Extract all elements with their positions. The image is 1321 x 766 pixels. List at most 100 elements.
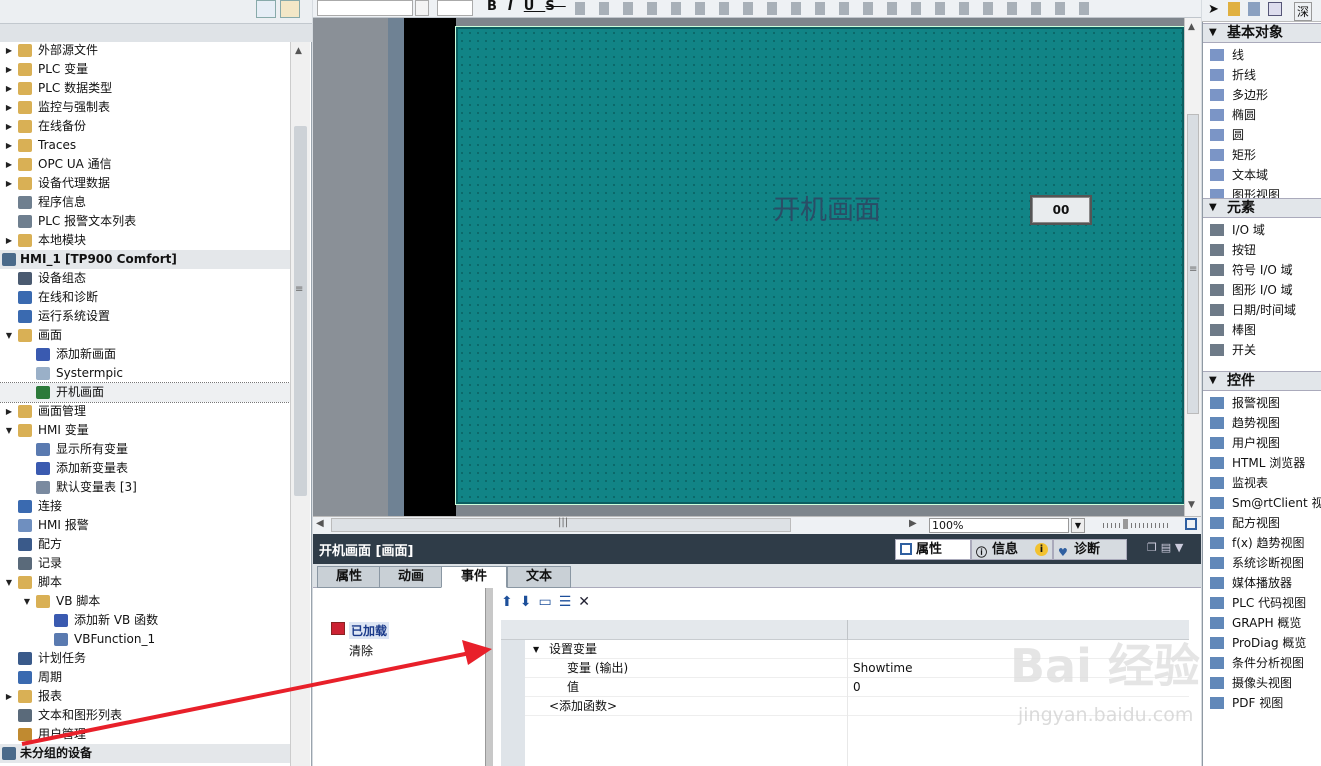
tree-item[interactable]: 记录 [0, 554, 290, 573]
collapsed-arrow-icon[interactable]: ▶ [4, 117, 14, 136]
tree-item[interactable]: ▶ 外部源文件 [0, 41, 290, 60]
tree-item[interactable]: 连接 [0, 497, 290, 516]
toolbox-item[interactable]: 符号 I/O 域 [1208, 260, 1321, 280]
toolbox-item[interactable]: 折线 [1208, 65, 1321, 85]
tree-item[interactable]: ▶ 在线备份 [0, 117, 290, 136]
io-field[interactable]: 00 [1030, 195, 1092, 225]
screen-title-text[interactable]: 开机画面 [773, 188, 881, 227]
expanded-arrow-icon[interactable]: ▼ [4, 421, 14, 440]
param-value[interactable]: Showtime [853, 659, 913, 678]
expanded-arrow-icon[interactable]: ▼ [22, 592, 32, 611]
toolbox-section-header[interactable]: ▼ 元素 [1203, 198, 1321, 218]
underline-button[interactable]: U [524, 0, 546, 14]
collapse-icon[interactable]: ▼ [1209, 24, 1217, 42]
tab-properties[interactable]: 属性 [895, 539, 971, 560]
size-combo[interactable] [437, 0, 473, 16]
toolbox-item[interactable]: 系统诊断视图 [1208, 553, 1321, 573]
toolbox-item[interactable]: Sm@rtClient 视图 [1208, 493, 1321, 513]
editor-vertical-scrollbar[interactable]: ▲ ≡ ▼ [1184, 18, 1201, 516]
toolbox-item[interactable]: GRAPH 概览 [1208, 613, 1321, 633]
collapsed-arrow-icon[interactable]: ▶ [4, 155, 14, 174]
toolbox-item[interactable]: 条件分析视图 [1208, 653, 1321, 673]
tree-item[interactable]: 运行系统设置 [0, 307, 290, 326]
toolbox-item[interactable]: I/O 域 [1208, 220, 1321, 240]
toolbar-icon-strip[interactable] [575, 2, 1095, 15]
scroll-down-icon[interactable]: ▼ [1188, 500, 1195, 510]
list-icon[interactable]: ☰ [559, 594, 579, 610]
toolbox-item[interactable]: 多边形 [1208, 85, 1321, 105]
tree-item[interactable]: 添加新画面 [0, 345, 290, 364]
tree-item[interactable]: 周期 [0, 668, 290, 687]
toolbox-item[interactable]: PDF 视图 [1208, 693, 1321, 713]
collapsed-arrow-icon[interactable]: ▶ [4, 79, 14, 98]
function-toolbar[interactable]: ⬆⬇▭☰✕ [501, 594, 597, 610]
scroll-left-icon[interactable]: ◀ [316, 518, 324, 529]
object-icon-2[interactable] [1248, 2, 1260, 16]
pointer-icon[interactable]: ➤ [1208, 2, 1219, 17]
object-icon-3[interactable] [1268, 2, 1282, 16]
zoom-combo[interactable]: 100% [929, 518, 1069, 533]
tree-item[interactable]: 文本和图形列表 [0, 706, 290, 725]
toolbox-item[interactable]: f(x) 趋势视图 [1208, 533, 1321, 553]
tree-item[interactable]: HMI 报警 [0, 516, 290, 535]
toolbox-item[interactable]: 摄像头视图 [1208, 673, 1321, 693]
toolbox-item[interactable]: 按钮 [1208, 240, 1321, 260]
scroll-right-icon[interactable]: ▶ [909, 518, 917, 529]
toolbox-item[interactable]: 配方视图 [1208, 513, 1321, 533]
group-icon[interactable]: ▭ [538, 594, 558, 610]
tab-info[interactable]: ⓘ 信息 i [971, 539, 1053, 560]
tab-texts[interactable]: 文本 [507, 566, 571, 588]
toolbox-item[interactable]: 用户视图 [1208, 433, 1321, 453]
toolbox-item[interactable]: 线 [1208, 45, 1321, 65]
zoom-dropdown-icon[interactable]: ▼ [1071, 518, 1085, 533]
collapse-icon[interactable]: ▼ [533, 640, 539, 659]
tab-events[interactable]: 事件 [441, 566, 507, 588]
tree-item[interactable]: VBFunction_1 [0, 630, 290, 649]
font-combo[interactable] [317, 0, 413, 16]
toolbox-item[interactable]: 圆 [1208, 125, 1321, 145]
toolbox-item[interactable]: 棒图 [1208, 320, 1321, 340]
param-value[interactable]: 0 [853, 678, 861, 697]
toolbox-item[interactable]: 报警视图 [1208, 393, 1321, 413]
strike-button[interactable]: S [545, 0, 565, 14]
tree-add-button[interactable] [280, 0, 300, 18]
tab-animation[interactable]: 动画 [379, 566, 443, 588]
collapse-icon[interactable]: ▼ [1209, 372, 1217, 390]
toolbox-item[interactable]: PLC 代码视图 [1208, 593, 1321, 613]
tree-item[interactable]: ▶ 画面管理 [0, 402, 290, 421]
tree-item[interactable]: 添加新 VB 函数 [0, 611, 290, 630]
hmi-screen-canvas[interactable] [455, 26, 1185, 505]
tree-item[interactable]: ▶ OPC UA 通信 [0, 155, 290, 174]
tree-item[interactable]: 配方 [0, 535, 290, 554]
scroll-up-icon[interactable]: ▲ [295, 46, 302, 56]
tree-item[interactable]: 程序信息 [0, 193, 290, 212]
toolbox-item[interactable]: 监视表 [1208, 473, 1321, 493]
toolbox-item[interactable]: 矩形 [1208, 145, 1321, 165]
panel-window-icons[interactable]: ❐ ▤ ▼ [1147, 541, 1183, 554]
tree-scroll-thumb[interactable] [294, 126, 307, 496]
collapse-icon[interactable]: ▼ [1209, 199, 1217, 217]
tree-item[interactable]: 用户管理 [0, 725, 290, 744]
collapsed-arrow-icon[interactable]: ▶ [4, 60, 14, 79]
toolbox-top-label[interactable]: 深 [1294, 2, 1313, 21]
tree-item[interactable]: ▼HMI_1 [TP900 Comfort] [0, 250, 290, 269]
tree-item[interactable]: 默认变量表 [3] [0, 478, 290, 497]
tree-item[interactable]: 添加新变量表 [0, 459, 290, 478]
expanded-arrow-icon[interactable]: ▼ [4, 326, 14, 345]
tab-props[interactable]: 属性 [317, 566, 381, 588]
event-cleared[interactable]: 清除 [349, 642, 373, 659]
tree-item[interactable]: ▶未分组的设备 [0, 744, 290, 763]
tree-item[interactable]: ▶ PLC 数据类型 [0, 79, 290, 98]
tree-item[interactable]: 设备组态 [0, 269, 290, 288]
tree-view-button[interactable] [256, 0, 276, 18]
add-function[interactable]: <添加函数> [549, 697, 617, 716]
collapsed-arrow-icon[interactable]: ▶ [4, 231, 14, 250]
italic-button[interactable]: I [508, 0, 524, 14]
toolbox-item[interactable]: 媒体播放器 [1208, 573, 1321, 593]
collapsed-arrow-icon[interactable]: ▶ [4, 136, 14, 155]
toolbox-item[interactable]: ProDiag 概览 [1208, 633, 1321, 653]
tree-item[interactable]: ▼ VB 脚本 [0, 592, 290, 611]
move-down-icon[interactable]: ⬇ [520, 594, 539, 610]
tree-item[interactable]: ▶ PLC 变量 [0, 60, 290, 79]
scroll-up-icon[interactable]: ▲ [1188, 22, 1195, 32]
